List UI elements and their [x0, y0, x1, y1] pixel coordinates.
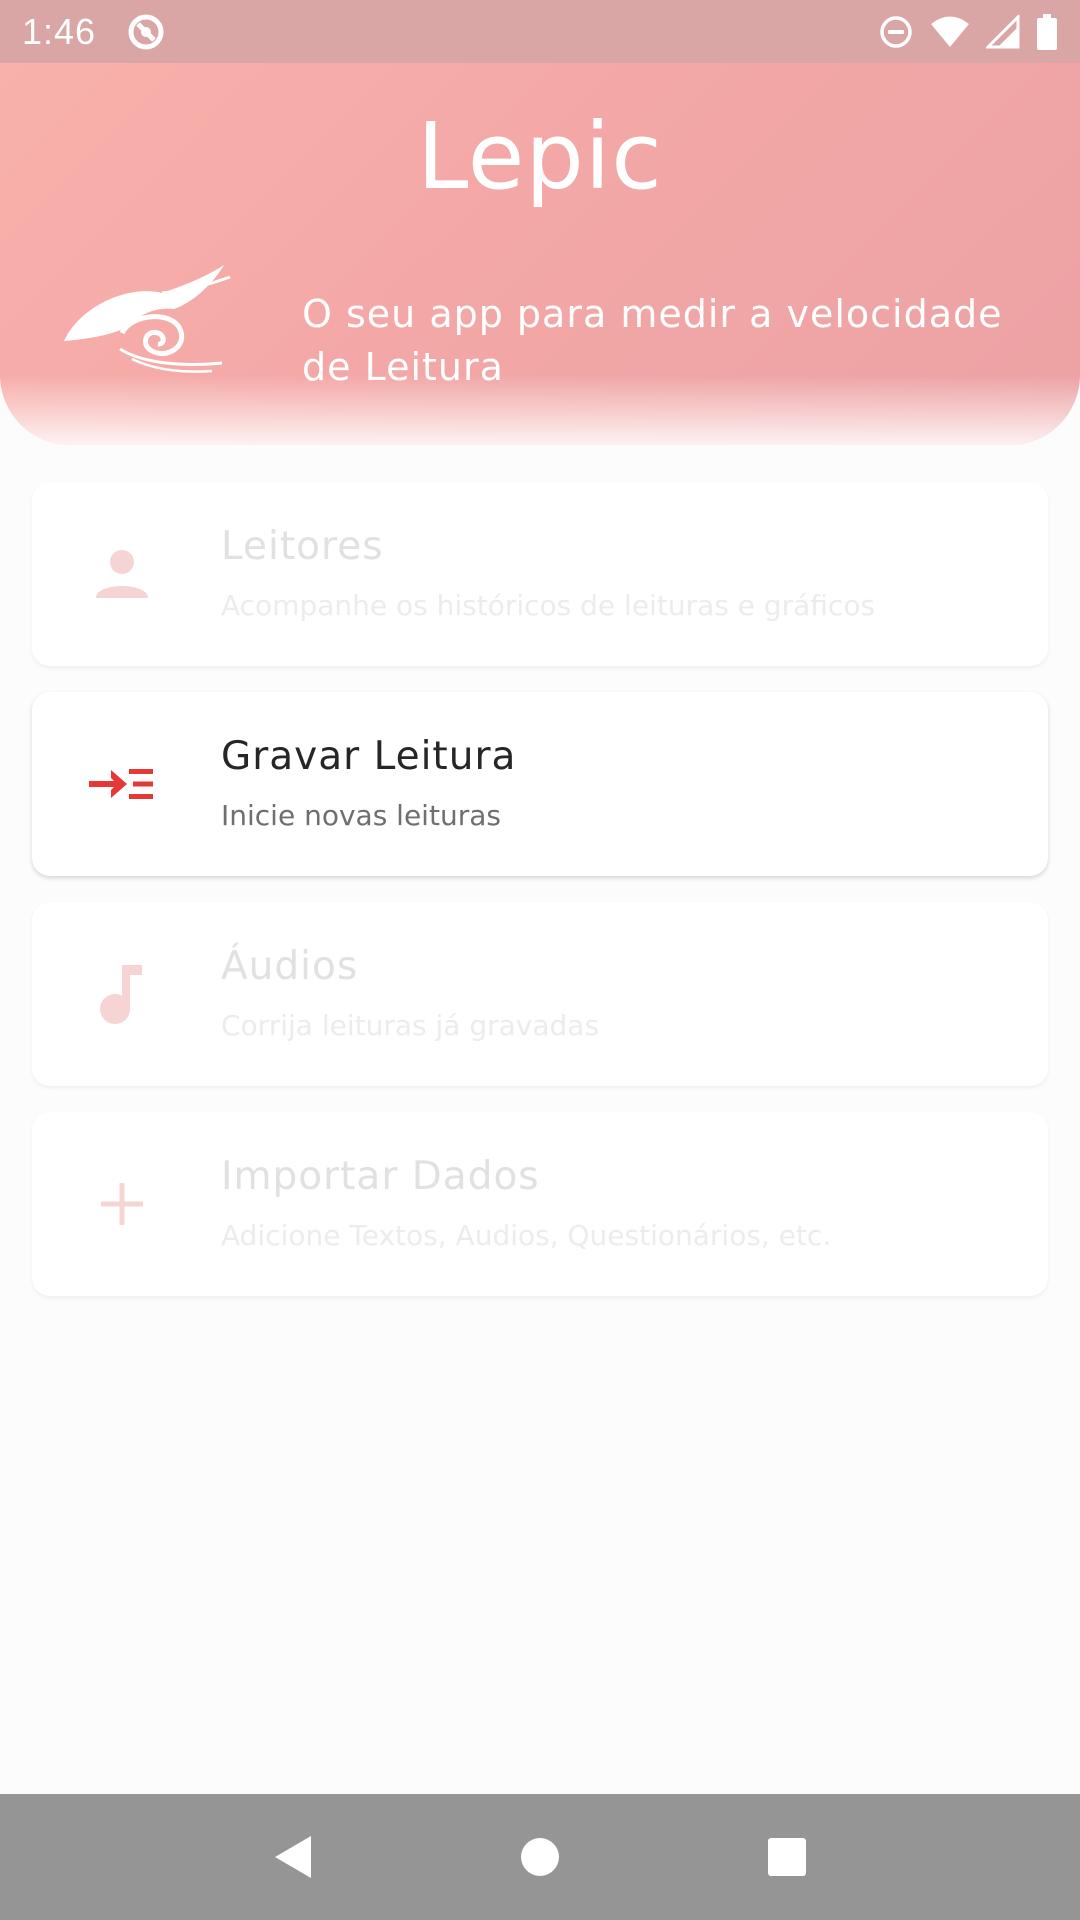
battery-icon	[1036, 13, 1058, 50]
app-title: Lepic	[417, 103, 663, 210]
menu-item-subtitle: Corrija leituras já gravadas	[221, 1009, 600, 1042]
menu-item-text: Importar Dados Adicione Textos, Audios, …	[221, 1154, 831, 1252]
status-time: 1:46	[22, 10, 97, 52]
snail-wave-logo	[62, 263, 232, 378]
music-note-icon	[88, 960, 156, 1028]
header: Lepic O seu app para medir a velocidade …	[0, 63, 1080, 445]
menu-item-subtitle: Inicie novas leituras	[221, 799, 501, 832]
tagline: O seu app para medir a velocidade de Lei…	[302, 292, 1003, 389]
status-bar: 1:46	[0, 0, 1080, 63]
status-right	[878, 13, 1058, 50]
signal-icon	[986, 14, 1020, 49]
menu-item-title: Importar Dados	[221, 1154, 540, 1199]
menu-item-title: Gravar Leitura	[221, 734, 517, 779]
menu-item-subtitle: Adicione Textos, Audios, Questionários, …	[221, 1219, 832, 1252]
do-not-disturb-icon	[878, 14, 914, 50]
menu-item-text: Gravar Leitura Inicie novas leituras	[221, 734, 516, 832]
wifi-icon	[930, 15, 970, 49]
menu-item-gravar-leitura[interactable]: Gravar Leitura Inicie novas leituras	[32, 692, 1048, 876]
person-icon	[88, 540, 156, 608]
recents-icon[interactable]	[747, 1817, 827, 1897]
menu-item-audios[interactable]: Áudios Corrija leituras já gravadas	[32, 902, 1048, 1086]
record-list-icon	[88, 750, 156, 818]
back-icon[interactable]	[253, 1817, 333, 1897]
menu-list: Leitores Acompanhe os históricos de leit…	[32, 482, 1048, 1322]
menu-item-text: Áudios Corrija leituras já gravadas	[221, 944, 599, 1042]
plus-icon	[88, 1170, 156, 1238]
menu-item-subtitle: Acompanhe os históricos de leituras e gr…	[221, 589, 876, 622]
home-icon[interactable]	[500, 1817, 580, 1897]
menu-item-leitores[interactable]: Leitores Acompanhe os históricos de leit…	[32, 482, 1048, 666]
no-sim-circle-icon	[126, 12, 166, 52]
menu-item-text: Leitores Acompanhe os históricos de leit…	[221, 524, 875, 622]
menu-item-importar-dados[interactable]: Importar Dados Adicione Textos, Audios, …	[32, 1112, 1048, 1296]
status-left: 1:46	[22, 11, 166, 53]
menu-item-title: Áudios	[221, 944, 359, 989]
menu-item-title: Leitores	[221, 524, 384, 569]
navigation-bar	[0, 1794, 1080, 1920]
